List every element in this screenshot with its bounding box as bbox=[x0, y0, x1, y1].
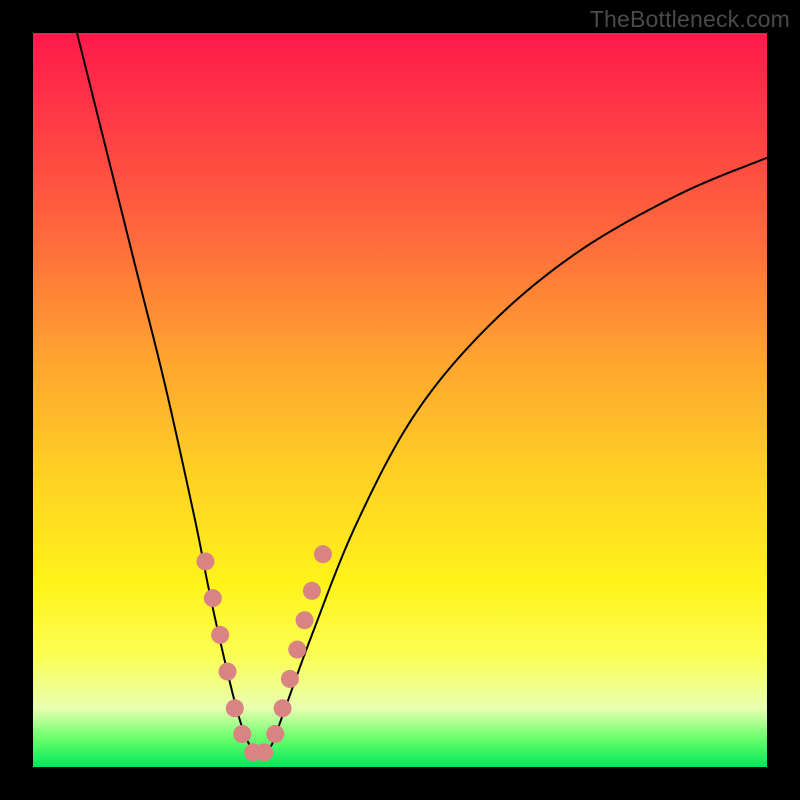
marker-dot bbox=[219, 663, 237, 681]
marker-dot bbox=[296, 611, 314, 629]
marker-dot bbox=[303, 582, 321, 600]
marker-dot bbox=[211, 626, 229, 644]
marker-dots bbox=[196, 545, 331, 761]
marker-dot bbox=[204, 589, 222, 607]
marker-dot bbox=[226, 699, 244, 717]
marker-dot bbox=[274, 699, 292, 717]
marker-dot bbox=[233, 725, 251, 743]
plot-area bbox=[33, 33, 767, 767]
marker-dot bbox=[196, 552, 214, 570]
curve-layer bbox=[33, 33, 767, 767]
watermark-text: TheBottleneck.com bbox=[590, 6, 790, 33]
marker-dot bbox=[281, 670, 299, 688]
bottleneck-curve bbox=[77, 33, 767, 756]
chart-frame: TheBottleneck.com bbox=[0, 0, 800, 800]
marker-dot bbox=[314, 545, 332, 563]
marker-dot bbox=[255, 743, 273, 761]
marker-dot bbox=[266, 725, 284, 743]
marker-dot bbox=[288, 641, 306, 659]
marker-dot bbox=[244, 743, 262, 761]
bottleneck-curve-path bbox=[77, 33, 767, 756]
